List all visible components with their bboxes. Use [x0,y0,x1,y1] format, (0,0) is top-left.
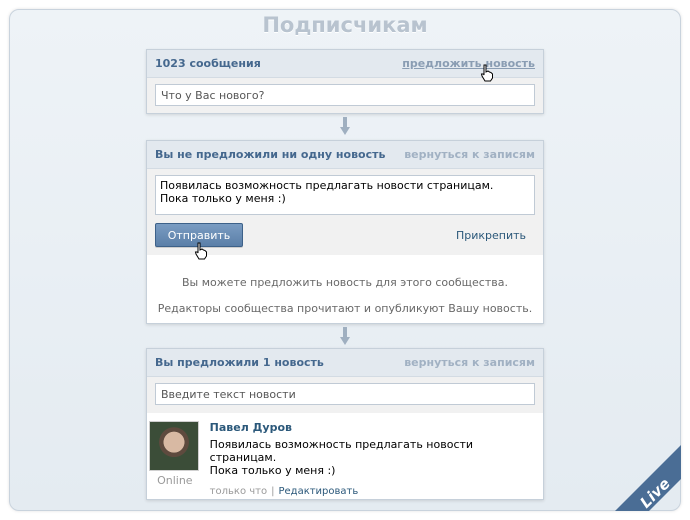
meta-separator: | [271,486,275,497]
status-input[interactable]: Что у Вас нового? [155,84,535,106]
edit-link[interactable]: Редактировать [278,486,358,497]
avatar[interactable] [149,421,199,471]
panel-suggest: Вы не предложили ни одну новость вернуть… [146,140,544,324]
post-text-line: Пока только у меня :) [209,464,336,477]
textarea-line: Пока только у меня :) [160,192,286,205]
page-title: Подписчикам [262,13,428,37]
message-count: 1023 сообщения [155,57,261,70]
panel-header: Вы не предложили ни одну новость вернуть… [147,141,543,169]
arrow-down-icon [340,327,350,345]
info-line: Вы можете предложить новость для этого с… [182,276,508,289]
hand-cursor-icon [480,64,493,82]
back-to-posts-link[interactable]: вернуться к записям [404,356,535,369]
suggest-news-link[interactable]: предложить новость [402,57,535,70]
post-meta: только что | Редактировать [210,485,541,498]
info-line: Редакторы сообщества прочитают и опублик… [157,302,533,315]
panel-header: Вы предложили 1 новость вернуться к запи… [147,349,543,377]
news-textarea[interactable]: Появилась возможность предлагать новости… [155,175,535,215]
textarea-line: Появилась возможность предлагать новости… [160,179,494,192]
back-to-posts-link[interactable]: вернуться к записям [404,148,535,161]
suggested-count-title: Вы предложили 1 новость [155,356,324,369]
hand-cursor-icon [194,242,207,260]
post-time: только что [209,486,268,497]
arrow-down-icon [340,117,350,135]
post-author[interactable]: Павел Дуров [210,421,541,434]
suggested-post: Online Павел Дуров Появилась возможность… [147,413,543,504]
news-input[interactable]: Введите текст новости [155,383,535,405]
live-badge: Live [615,445,681,511]
panel-suggested: Вы предложили 1 новость вернуться к запи… [146,348,544,500]
suggest-status-title: Вы не предложили ни одну новость [155,148,386,161]
attach-link[interactable]: Прикрепить [456,229,535,242]
post-text-line: Появилась возможность предлагать новости… [209,438,474,464]
online-status: Online [157,474,193,487]
